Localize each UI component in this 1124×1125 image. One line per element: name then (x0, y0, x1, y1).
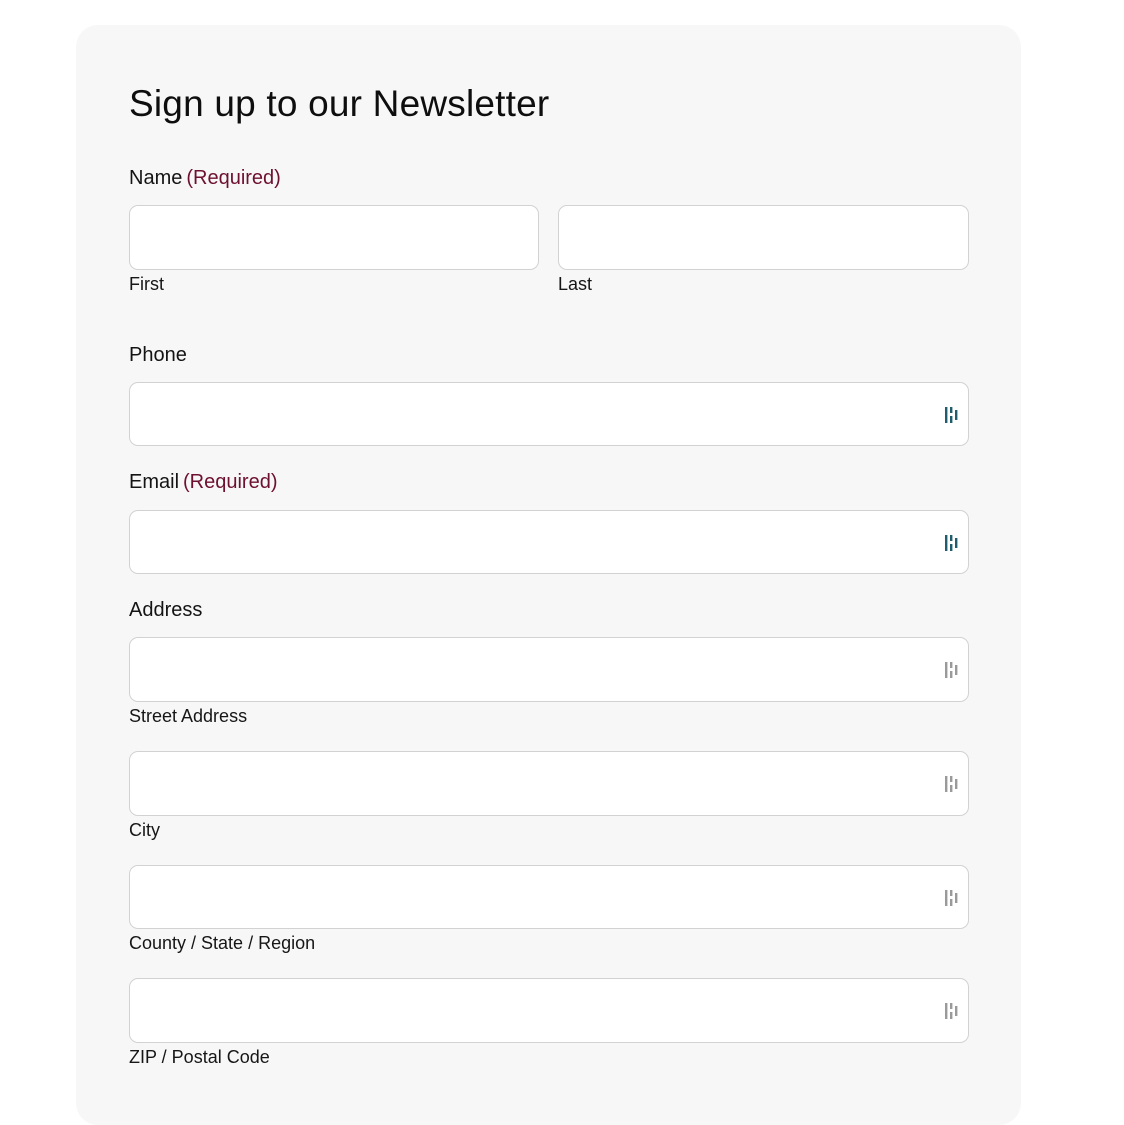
city-sublabel: City (129, 820, 160, 840)
email-input[interactable] (129, 510, 969, 574)
region-sublabel: County / State / Region (129, 933, 316, 953)
zip-sublabel: ZIP / Postal Code (129, 1047, 270, 1067)
region-input[interactable] (129, 865, 969, 929)
last-name-input[interactable] (558, 205, 969, 270)
password-manager-icon[interactable] (944, 889, 960, 907)
city-input[interactable] (129, 751, 969, 816)
email-label: Email (Required) (129, 469, 278, 495)
address-label: Address (129, 599, 203, 621)
password-manager-icon[interactable] (944, 1002, 960, 1020)
name-label-text: Name (129, 167, 183, 189)
password-manager-icon[interactable] (944, 534, 960, 552)
password-manager-icon[interactable] (944, 406, 960, 424)
password-manager-icon[interactable] (944, 775, 960, 793)
name-required-text: (Required) (186, 167, 281, 189)
password-manager-icon[interactable] (944, 661, 960, 679)
email-label-text: Email (129, 471, 180, 493)
first-name-sublabel: First (129, 274, 164, 294)
form-title: Sign up to our Newsletter (129, 83, 550, 124)
phone-label: Phone (129, 344, 187, 366)
email-required-text: (Required) (183, 471, 278, 493)
zip-input[interactable] (129, 978, 969, 1043)
name-label: Name (Required) (129, 165, 281, 191)
first-name-input[interactable] (129, 205, 539, 270)
last-name-sublabel: Last (558, 274, 593, 294)
street-address-input[interactable] (129, 637, 969, 702)
phone-input[interactable] (129, 382, 969, 446)
street-address-sublabel: Street Address (129, 706, 248, 726)
